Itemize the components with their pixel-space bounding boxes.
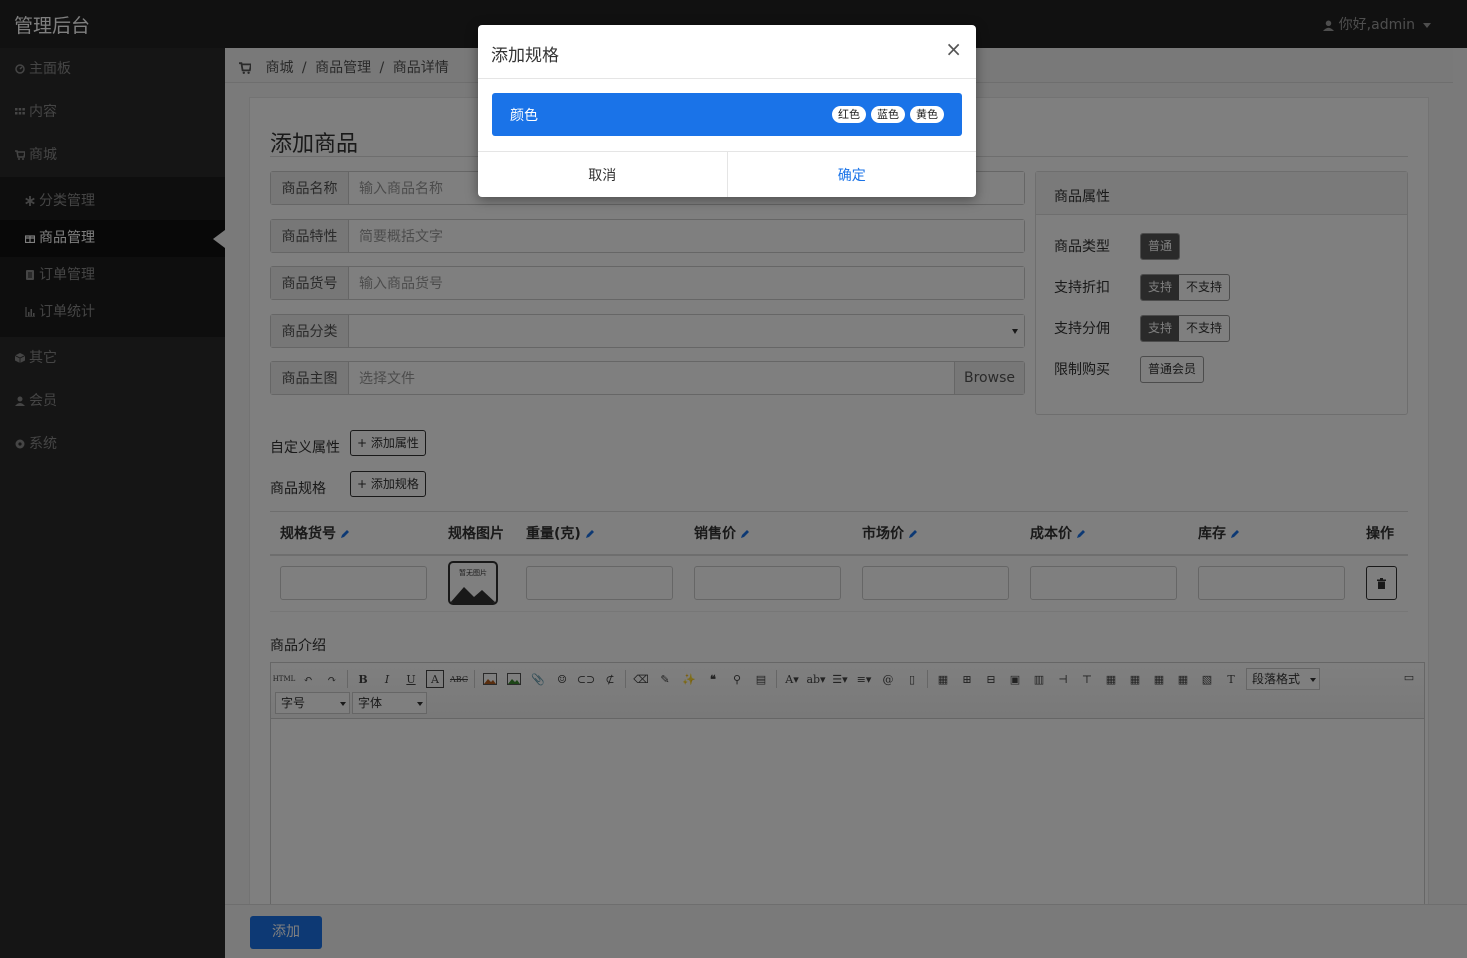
spec-tag[interactable]: 红色 xyxy=(832,106,866,123)
cancel-button[interactable]: 取消 xyxy=(478,152,728,197)
modal-footer: 取消 确定 xyxy=(478,151,976,197)
spec-item[interactable]: 颜色 红色 蓝色 黄色 xyxy=(492,93,962,136)
spec-name: 颜色 xyxy=(510,108,538,124)
spec-tag[interactable]: 黄色 xyxy=(910,106,944,123)
close-icon[interactable]: × xyxy=(945,39,962,59)
add-spec-modal: 添加规格 × 颜色 红色 蓝色 黄色 取消 确定 xyxy=(478,25,976,197)
spec-value-tags: 红色 蓝色 黄色 xyxy=(832,106,944,123)
modal-header: 添加规格 × xyxy=(478,25,976,79)
confirm-button[interactable]: 确定 xyxy=(728,152,977,197)
spec-tag[interactable]: 蓝色 xyxy=(871,106,905,123)
modal-title: 添加规格 xyxy=(491,46,559,66)
